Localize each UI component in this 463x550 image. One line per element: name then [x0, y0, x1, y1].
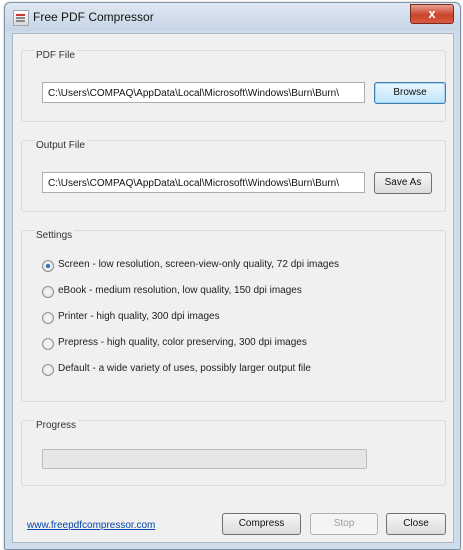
pdf-app-icon [13, 10, 29, 26]
save-as-button[interactable]: Save As [374, 172, 432, 194]
website-link[interactable]: www.freepdfcompressor.com [27, 520, 155, 531]
radio-button[interactable] [42, 260, 54, 272]
dialog-body: PDF File C:\Users\COMPAQ\AppData\Local\M… [12, 33, 454, 543]
radio-button[interactable] [42, 364, 54, 376]
radio-option-label: Prepress - high quality, color preservin… [58, 337, 307, 348]
compress-button[interactable]: Compress [222, 513, 301, 535]
close-button[interactable]: Close [386, 513, 446, 535]
pdf-file-path-input[interactable]: C:\Users\COMPAQ\AppData\Local\Microsoft\… [42, 82, 365, 103]
radio-option-label: Default - a wide variety of uses, possib… [58, 363, 311, 374]
browse-button[interactable]: Browse [374, 82, 446, 104]
window-title: Free PDF Compressor [33, 10, 154, 24]
radio-button[interactable] [42, 286, 54, 298]
settings-group: Settings Screen - low resolution, screen… [21, 230, 446, 402]
progress-bar [42, 449, 367, 469]
radio-option-label: Printer - high quality, 300 dpi images [58, 311, 220, 322]
pdf-file-label: PDF File [34, 50, 77, 61]
pdf-file-group: PDF File C:\Users\COMPAQ\AppData\Local\M… [21, 50, 446, 122]
radio-option-label: Screen - low resolution, screen-view-onl… [58, 259, 340, 270]
window-close-button[interactable]: x [410, 4, 454, 24]
title-bar[interactable]: Free PDF Compressor x [5, 3, 460, 31]
radio-option-label: eBook - medium resolution, low quality, … [58, 285, 302, 296]
stop-button[interactable]: Stop [310, 513, 378, 535]
output-file-group: Output File C:\Users\COMPAQ\AppData\Loca… [21, 140, 446, 212]
output-file-path-input[interactable]: C:\Users\COMPAQ\AppData\Local\Microsoft\… [42, 172, 365, 193]
progress-label: Progress [34, 420, 79, 431]
radio-button[interactable] [42, 338, 54, 350]
progress-group: Progress [21, 420, 446, 486]
settings-label: Settings [34, 230, 75, 241]
output-file-label: Output File [34, 140, 87, 151]
radio-button[interactable] [42, 312, 54, 324]
app-window: Free PDF Compressor x PDF File C:\Users\… [4, 2, 461, 550]
